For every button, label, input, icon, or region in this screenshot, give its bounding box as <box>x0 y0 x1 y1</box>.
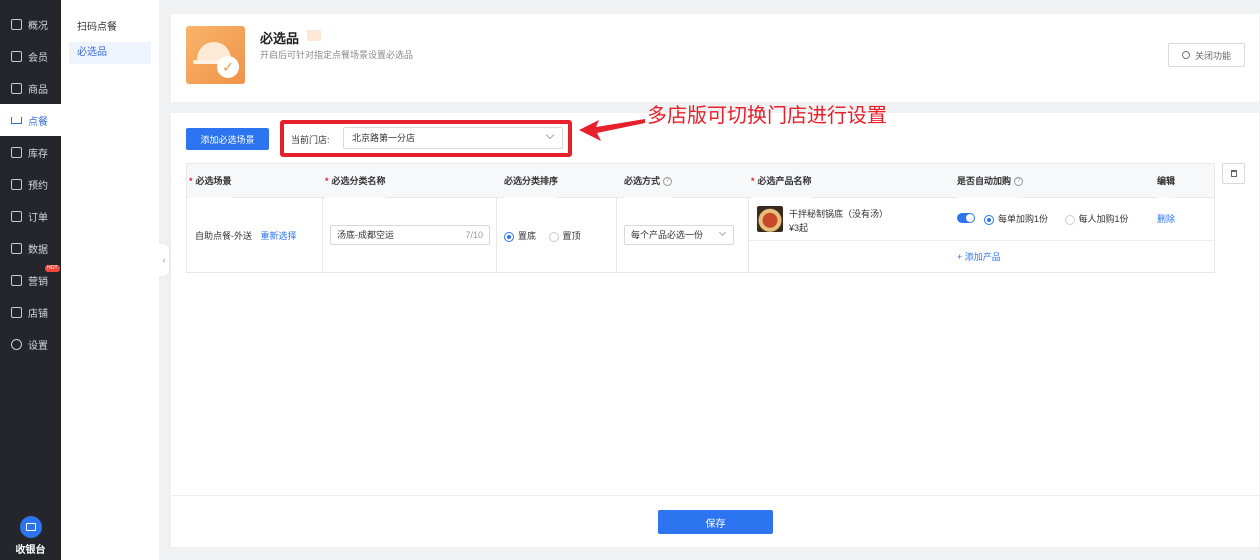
store-icon <box>11 306 22 318</box>
column-header-auto-add: 是否自动加购? <box>957 164 1024 198</box>
column-header-method: 必选方式? <box>624 164 673 198</box>
sort-radio-group: 置底 置顶 <box>504 229 581 242</box>
power-icon <box>1181 51 1190 59</box>
method-select[interactable]: 每个产品必选一份 <box>624 225 734 245</box>
feature-header: ✓ 必选品 开启后可针对指定点餐场景设置必选品 关闭功能 <box>171 14 1259 102</box>
column-header-edit: 编辑 <box>1157 164 1176 198</box>
column-header-product-name: * 必选产品名称 <box>751 164 812 198</box>
nav-item-label: 商品 <box>28 84 48 96</box>
hot-badge: HOT <box>45 265 60 272</box>
annotation-arrow-icon <box>579 119 645 141</box>
secondary-nav: 扫码点餐 必选品 <box>61 0 159 560</box>
delete-scene-button[interactable] <box>1222 163 1245 184</box>
nav-item-overview[interactable]: 概况 <box>0 8 61 40</box>
nav-item-label: 预约 <box>28 180 48 192</box>
auto-add-toggle[interactable] <box>957 213 975 223</box>
shop-icon <box>11 82 22 94</box>
data-chart-icon <box>11 242 22 254</box>
category-char-count: 7/10 <box>465 230 483 240</box>
nav-item-label: 订单 <box>28 212 48 224</box>
nav-item-settings[interactable]: 设置 <box>0 328 61 360</box>
scene-value: 自助点餐-外送 <box>195 231 252 241</box>
calendar-check-icon <box>11 178 22 190</box>
chevron-down-icon <box>718 228 727 237</box>
nav-item-label: 点餐 <box>28 116 48 128</box>
auto-add-per-order[interactable]: 每单加购1份 <box>984 214 1048 225</box>
table-row: 自助点餐-外送 重新选择 <box>195 229 297 242</box>
crown-icon <box>11 50 22 62</box>
column-header-category-name: * 必选分类名称 <box>325 164 386 198</box>
close-feature-label: 关闭功能 <box>1194 50 1231 61</box>
footer-bar: 保存 <box>171 495 1259 547</box>
primary-nav: 概况 会员 商品 点餐 库存 预约 订单 数据 营销 HOT 店铺 设置 收银台 <box>0 0 61 560</box>
annotation-text: 多店版可切换门店进行设置 <box>647 103 887 127</box>
reselect-scene-link[interactable]: 重新选择 <box>261 231 297 241</box>
nav-item-store[interactable]: 店铺 <box>0 296 61 328</box>
nav-item-ordering[interactable]: 点餐 <box>0 104 61 136</box>
category-name-input[interactable]: 汤底-成都空运 7/10 <box>330 225 490 245</box>
close-feature-button[interactable]: 关闭功能 <box>1168 43 1245 67</box>
feature-logo: ✓ <box>186 26 245 84</box>
inventory-icon <box>11 146 22 158</box>
annotation-highlight-box <box>280 120 572 157</box>
status-tag <box>307 30 321 41</box>
nav-item-label: 店铺 <box>28 308 48 320</box>
method-select-value: 每个产品必选一份 <box>631 230 704 240</box>
check-icon: ✓ <box>217 56 239 78</box>
help-icon[interactable]: ? <box>663 177 673 187</box>
category-name-value: 汤底-成都空运 <box>337 230 394 240</box>
nav-item-marketing[interactable]: 营销 HOT <box>0 264 61 296</box>
nav-item-products[interactable]: 商品 <box>0 72 61 104</box>
add-product-link[interactable]: + 添加产品 <box>957 250 1001 263</box>
nav-item-inventory[interactable]: 库存 <box>0 136 61 168</box>
settings-icon <box>11 338 22 350</box>
product-thumbnail <box>757 206 783 232</box>
product-name: 干拌秘制锅底（没有汤） <box>789 209 889 219</box>
column-header-scene: * 必选场景 <box>189 164 232 198</box>
cashier-button[interactable]: 收银台 <box>0 514 61 560</box>
required-scene-table: * 必选场景 * 必选分类名称 必选分类排序 必选方式? * 必选产品名称 是否自动加… <box>186 163 1215 273</box>
save-button[interactable]: 保存 <box>658 510 773 534</box>
nav-item-label: 营销 <box>28 276 48 288</box>
subnav-group-title: 扫码点餐 <box>77 22 117 33</box>
nav-item-data[interactable]: 数据 <box>0 232 61 264</box>
auto-add-per-person[interactable]: 每人加购1份 <box>1064 214 1129 225</box>
page-title: 必选品 <box>260 31 300 46</box>
nav-item-label: 数据 <box>28 244 48 256</box>
order-list-icon <box>11 210 22 222</box>
nav-item-members[interactable]: 会员 <box>0 40 61 72</box>
sort-option-top[interactable]: 置顶 <box>548 231 581 242</box>
marketing-icon <box>11 274 22 286</box>
trash-icon <box>1230 170 1237 177</box>
help-icon[interactable]: ? <box>1014 177 1024 187</box>
nav-item-label: 概况 <box>28 20 48 32</box>
cashier-label: 收银台 <box>15 545 46 556</box>
main-panel: 添加必选场景 当前门店: 北京路第一分店 多店版可切换门店进行设置 * 必选场景 … <box>171 103 1259 495</box>
dish-icon <box>11 116 22 124</box>
column-header-category-sort: 必选分类排序 <box>504 164 559 198</box>
cashier-icon <box>19 516 42 538</box>
grid-icon <box>11 18 22 30</box>
nav-item-booking[interactable]: 预约 <box>0 168 61 200</box>
product-price: ¥3起 <box>789 223 809 233</box>
auto-add-radio-group: 每单加购1份 每人加购1份 <box>984 212 1129 225</box>
add-scene-button[interactable]: 添加必选场景 <box>186 128 269 150</box>
nav-item-orders[interactable]: 订单 <box>0 200 61 232</box>
delete-product-link[interactable]: 删除 <box>1157 212 1175 225</box>
subnav-item-required-products[interactable]: 必选品 <box>69 42 151 64</box>
sort-option-bottom[interactable]: 置底 <box>504 231 536 242</box>
nav-item-label: 设置 <box>28 340 48 352</box>
page-description: 开启后可针对指定点餐场景设置必选品 <box>260 50 414 60</box>
nav-item-label: 库存 <box>28 148 48 160</box>
collapse-sidebar-toggle[interactable]: ‹ <box>159 244 169 276</box>
nav-item-label: 会员 <box>28 52 48 64</box>
chevron-left-icon: ‹ <box>162 255 166 265</box>
